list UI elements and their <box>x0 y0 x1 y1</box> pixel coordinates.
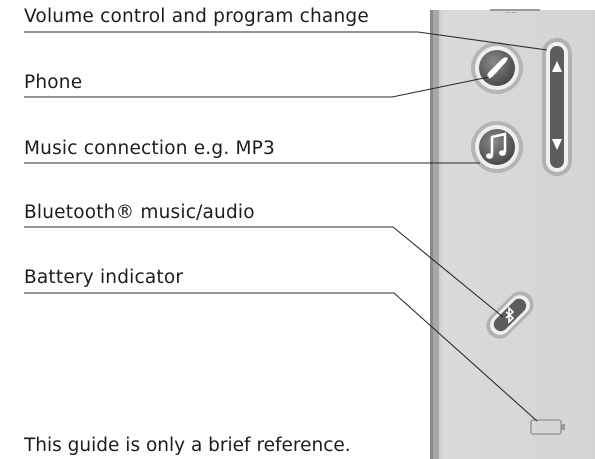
label-bluetooth: Bluetooth® music/audio <box>24 202 255 223</box>
label-battery-indicator: Battery indicator <box>24 267 184 288</box>
phone-button[interactable] <box>471 42 523 94</box>
volume-rocker[interactable] <box>542 38 572 176</box>
footer-note: This guide is only a brief reference. <box>24 435 351 456</box>
device-diagram: .... <box>24 6 595 459</box>
label-volume-control: Volume control and program change <box>24 6 369 27</box>
leader-line-phone <box>24 76 490 98</box>
label-phone: Phone <box>24 72 83 93</box>
music-button[interactable] <box>471 121 523 173</box>
label-music-connection: Music connection e.g. MP3 <box>24 138 275 159</box>
battery-icon <box>561 424 565 430</box>
svg-text:....: .... <box>506 6 516 15</box>
